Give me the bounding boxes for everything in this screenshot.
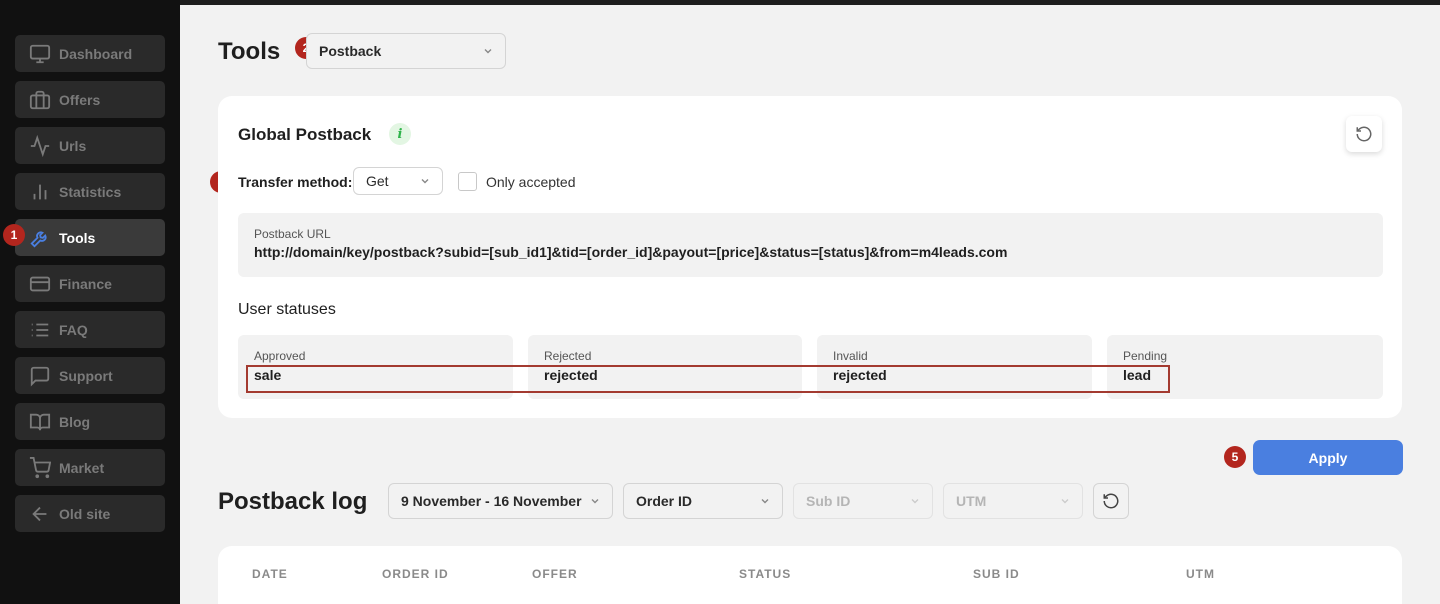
reset-filters-button[interactable] xyxy=(1093,483,1129,519)
info-icon[interactable]: i xyxy=(389,123,411,145)
column-header-sub-id[interactable]: SUB ID xyxy=(973,567,1020,581)
transfer-method-select[interactable]: Get xyxy=(353,167,443,195)
tool-select[interactable]: Postback xyxy=(306,33,506,69)
utm-select[interactable]: UTM xyxy=(943,483,1083,519)
sub-id-select[interactable]: Sub ID xyxy=(793,483,933,519)
bar-chart-icon xyxy=(29,181,51,203)
order-id-value: Order ID xyxy=(636,493,693,509)
transfer-method-value: Get xyxy=(366,173,389,189)
column-header-offer[interactable]: OFFER xyxy=(532,567,578,581)
postback-log-table: DATE ORDER ID OFFER STATUS SUB ID UTM xyxy=(218,546,1402,604)
postback-url-field[interactable]: Postback URL http://domain/key/postback?… xyxy=(238,213,1383,277)
chevron-down-icon xyxy=(484,49,492,54)
sidebar-item-urls[interactable]: Urls xyxy=(15,127,165,164)
page-title: Tools xyxy=(218,38,281,65)
chevron-down-icon xyxy=(761,499,769,504)
arrow-left-icon xyxy=(29,503,51,525)
chevron-down-icon xyxy=(1061,499,1069,504)
pulse-icon xyxy=(29,134,51,157)
postback-log-title: Postback log xyxy=(218,488,368,515)
book-icon xyxy=(29,411,51,433)
sidebar-item-label: Old site xyxy=(59,505,111,522)
apply-button[interactable]: Apply xyxy=(1253,440,1403,475)
chat-icon xyxy=(29,365,51,387)
sidebar-item-label: Dashboard xyxy=(59,45,133,62)
only-accepted-label: Only accepted xyxy=(486,174,576,190)
utm-value: UTM xyxy=(956,493,987,509)
sidebar-item-label: Support xyxy=(59,367,113,384)
order-id-select[interactable]: Order ID xyxy=(623,483,783,519)
sidebar-item-old-site[interactable]: Old site xyxy=(15,495,165,532)
sidebar-item-label: Finance xyxy=(59,275,112,292)
column-header-order-id[interactable]: ORDER ID xyxy=(382,567,449,581)
sidebar-item-label: Blog xyxy=(59,413,91,430)
date-range-value: 9 November - 16 November xyxy=(401,493,582,509)
reset-icon xyxy=(1356,126,1372,142)
sub-id-value: Sub ID xyxy=(806,493,851,509)
monitor-icon xyxy=(29,43,51,65)
statuses-highlight-box xyxy=(246,365,1170,393)
sidebar-item-finance[interactable]: Finance xyxy=(15,265,165,302)
sidebar-item-label: Statistics xyxy=(59,183,122,200)
sidebar-item-label: Offers xyxy=(59,91,101,108)
status-label: Pending xyxy=(1123,349,1168,363)
sidebar-item-tools[interactable]: Tools xyxy=(15,219,165,256)
list-icon xyxy=(29,319,51,341)
step-badge-1: 1 xyxy=(3,224,25,246)
sidebar-item-label: Tools xyxy=(59,229,96,246)
sidebar-item-support[interactable]: Support xyxy=(15,357,165,394)
status-label: Approved xyxy=(254,349,306,363)
step-badge-5: 5 xyxy=(1224,446,1246,468)
sidebar-item-label: FAQ xyxy=(59,321,88,338)
user-statuses-title: User statuses xyxy=(238,301,336,318)
sidebar-item-label: Urls xyxy=(59,137,87,154)
status-label: Rejected xyxy=(544,349,592,363)
sidebar-item-offers[interactable]: Offers xyxy=(15,81,165,118)
status-label: Invalid xyxy=(833,349,868,363)
credit-card-icon xyxy=(29,273,51,295)
column-header-date[interactable]: DATE xyxy=(252,567,288,581)
reset-icon xyxy=(1103,493,1119,509)
date-range-select[interactable]: 9 November - 16 November xyxy=(388,483,613,519)
sidebar-item-statistics[interactable]: Statistics xyxy=(15,173,165,210)
chevron-down-icon xyxy=(421,179,429,184)
postback-url-label: Postback URL xyxy=(254,227,331,241)
sidebar-item-dashboard[interactable]: Dashboard xyxy=(15,35,165,72)
sidebar-item-faq[interactable]: FAQ xyxy=(15,311,165,348)
chevron-down-icon xyxy=(591,499,599,504)
top-bar xyxy=(0,0,1440,5)
only-accepted-checkbox[interactable] xyxy=(458,172,477,191)
sidebar-item-market[interactable]: Market xyxy=(15,449,165,486)
column-header-status[interactable]: STATUS xyxy=(739,567,791,581)
sidebar-item-blog[interactable]: Blog xyxy=(15,403,165,440)
briefcase-icon xyxy=(29,89,51,111)
sidebar-item-label: Market xyxy=(59,459,105,476)
transfer-method-label: Transfer method: xyxy=(238,174,353,190)
column-header-utm[interactable]: UTM xyxy=(1186,567,1215,581)
chevron-down-icon xyxy=(911,499,919,504)
sidebar: Dashboard Offers Urls Statistics Tools F… xyxy=(0,0,180,604)
tool-select-value: Postback xyxy=(319,43,382,59)
postback-url-value: http://domain/key/postback?subid=[sub_id… xyxy=(254,244,1008,260)
reset-button[interactable] xyxy=(1346,116,1382,152)
card-title: Global Postback xyxy=(238,125,372,144)
wrench-icon xyxy=(29,227,51,249)
cart-icon xyxy=(29,456,51,479)
